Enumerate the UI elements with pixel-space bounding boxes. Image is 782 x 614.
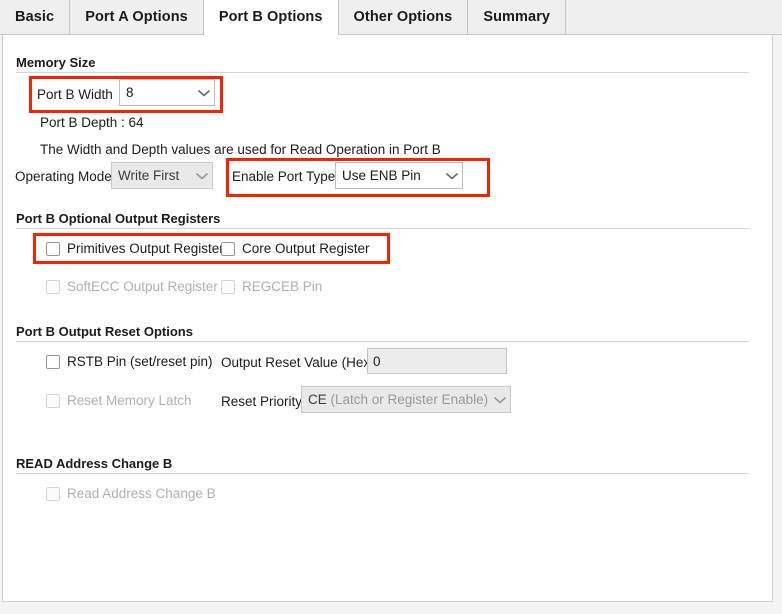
chevron-down-icon	[442, 172, 462, 180]
tab-other-options[interactable]: Other Options	[338, 0, 469, 34]
primitives-output-register-checkbox-row[interactable]: Primitives Output Register	[46, 241, 224, 256]
tab-label: Port B Options	[218, 9, 323, 25]
chevron-down-icon	[194, 89, 214, 97]
operating-mode-label: Operating Mode	[15, 169, 112, 184]
checkbox-primitives-output-register[interactable]	[46, 241, 60, 256]
reset-priority-label: Reset Priority	[221, 394, 303, 409]
operating-mode-dropdown[interactable]: Write First	[111, 162, 213, 189]
section-rule-read-address-change	[16, 473, 749, 474]
chevron-down-icon	[490, 396, 510, 404]
enable-port-type-value: Use ENB Pin	[342, 168, 421, 183]
section-rule-memory-size	[16, 72, 749, 73]
port-b-depth-text: Port B Depth : 64	[40, 115, 144, 130]
reset-memory-latch-checkbox-row: Reset Memory Latch	[46, 393, 192, 408]
checkbox-label: Read Address Change B	[67, 486, 216, 501]
chevron-down-icon	[192, 172, 212, 180]
core-output-register-checkbox-row[interactable]: Core Output Register	[221, 241, 370, 256]
reset-priority-value: CE (Latch or Register Enable)	[308, 392, 490, 407]
checkbox-rstb-pin[interactable]	[46, 354, 60, 369]
reset-priority-value-main: CE	[308, 392, 327, 407]
tab-bar: Basic Port A Options Port B Options Othe…	[0, 0, 782, 35]
tool-window: Basic Port A Options Port B Options Othe…	[0, 0, 782, 614]
enable-port-type-dropdown[interactable]: Use ENB Pin	[335, 162, 463, 189]
checkbox-label: SoftECC Output Register	[67, 279, 218, 294]
width-depth-note: The Width and Depth values are used for …	[40, 142, 441, 157]
section-title-optional-output-registers: Port B Optional Output Registers	[16, 211, 221, 226]
tab-label: Summary	[483, 9, 551, 25]
checkbox-label: REGCEB Pin	[242, 279, 323, 294]
reset-priority-dropdown[interactable]: CE (Latch or Register Enable)	[301, 386, 511, 413]
section-title-memory-size: Memory Size	[16, 55, 96, 70]
operating-mode-value: Write First	[118, 168, 180, 183]
port-b-width-dropdown[interactable]: 8	[119, 79, 215, 106]
section-rule-output-reset-options	[16, 341, 749, 342]
checkbox-label: Reset Memory Latch	[67, 393, 192, 408]
rstb-pin-checkbox-row[interactable]: RSTB Pin (set/reset pin)	[46, 354, 213, 369]
section-title-read-address-change: READ Address Change B	[16, 456, 173, 471]
checkbox-core-output-register[interactable]	[221, 241, 235, 256]
tab-port-b-options[interactable]: Port B Options	[203, 0, 339, 35]
section-rule-optional-output-registers	[16, 228, 749, 229]
enable-port-type-label: Enable Port Type	[232, 169, 336, 184]
output-reset-value-input[interactable]: 0	[367, 348, 507, 374]
output-reset-value-label: Output Reset Value (Hex)	[221, 355, 375, 370]
regceb-pin-checkbox-row: REGCEB Pin	[221, 279, 322, 294]
checkbox-softecc-output-register	[46, 279, 60, 294]
port-b-width-label: Port B Width	[37, 87, 113, 102]
read-address-change-b-checkbox-row: Read Address Change B	[46, 486, 216, 501]
tab-label: Port A Options	[85, 9, 188, 25]
tab-label: Other Options	[353, 9, 453, 25]
port-b-options-panel: Memory Size Port B Width 8 Port B Depth …	[2, 35, 773, 602]
output-reset-value-text: 0	[373, 353, 381, 369]
checkbox-reset-memory-latch	[46, 393, 60, 408]
softecc-output-register-checkbox-row: SoftECC Output Register	[46, 279, 218, 294]
tab-bar-filler	[566, 0, 782, 34]
tab-summary[interactable]: Summary	[468, 0, 567, 34]
tab-port-a-options[interactable]: Port A Options	[70, 0, 204, 34]
reset-priority-value-sub: (Latch or Register Enable)	[326, 392, 489, 407]
checkbox-label: Primitives Output Register	[67, 241, 224, 256]
section-title-output-reset-options: Port B Output Reset Options	[16, 324, 193, 339]
tab-basic[interactable]: Basic	[0, 0, 71, 34]
checkbox-label: RSTB Pin (set/reset pin)	[67, 354, 213, 369]
checkbox-regceb-pin	[221, 279, 235, 294]
tab-label: Basic	[15, 9, 55, 25]
checkbox-label: Core Output Register	[242, 241, 370, 256]
port-b-width-value: 8	[126, 85, 134, 100]
checkbox-read-address-change-b	[46, 486, 60, 501]
